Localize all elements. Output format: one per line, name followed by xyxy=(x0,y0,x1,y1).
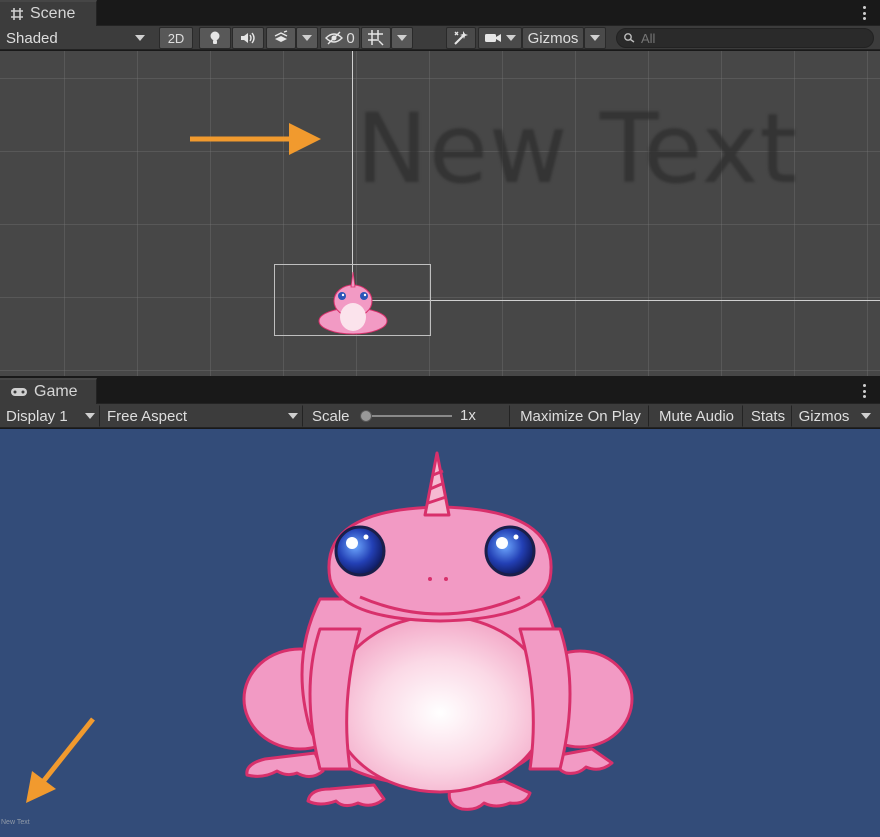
scene-overlay xyxy=(190,51,880,336)
grid-snap-dropdown[interactable] xyxy=(391,27,413,49)
game-gizmos-label: Gizmos xyxy=(798,407,850,425)
game-panel: Game Display 1 Free Aspect Scale 1x Maxi… xyxy=(0,378,880,837)
lightbulb-icon xyxy=(210,31,220,44)
effects-toggle-button[interactable] xyxy=(266,27,296,49)
game-tabbar: Game xyxy=(0,378,880,404)
grid-snap-icon xyxy=(368,30,384,46)
game-gizmos-dropdown[interactable] xyxy=(855,405,877,427)
camera-icon xyxy=(485,34,501,42)
arrow-down-left-icon xyxy=(26,717,95,803)
camera-settings-button[interactable] xyxy=(478,27,522,49)
frog-sprite-small[interactable] xyxy=(318,271,388,335)
chevron-down-icon xyxy=(506,35,516,41)
gizmos-label: Gizmos xyxy=(527,29,579,47)
tools-icon xyxy=(454,31,468,45)
arrow-right-icon xyxy=(190,123,321,155)
chevron-down-icon xyxy=(302,35,312,41)
audio-toggle-button[interactable] xyxy=(232,27,264,49)
audio-icon xyxy=(241,32,255,44)
scale-value: 1x xyxy=(460,407,476,424)
frog-character[interactable] xyxy=(242,451,634,811)
gizmos-dropdown[interactable] xyxy=(584,27,606,49)
shading-mode-dropdown[interactable]: Shaded xyxy=(0,27,152,49)
scene-panel: Scene Shaded 2D 0 Gizmos All New Text xyxy=(0,0,880,376)
gamepad-icon xyxy=(11,388,27,396)
tab-scene[interactable]: Scene xyxy=(0,0,97,26)
scene-visibility-button[interactable]: 0 xyxy=(320,27,360,49)
2d-label: 2D xyxy=(167,30,185,46)
scale-slider-track[interactable] xyxy=(366,415,452,417)
maximize-on-play-toggle[interactable]: Maximize On Play xyxy=(512,405,649,427)
game-viewport[interactable]: New Text xyxy=(0,429,880,837)
aspect-value: Free Aspect xyxy=(107,407,188,425)
effects-dropdown-button[interactable] xyxy=(296,27,318,49)
game-ui-text[interactable]: New Text xyxy=(1,819,30,826)
chevron-down-icon xyxy=(288,413,298,419)
scene-search-field[interactable] xyxy=(616,28,874,48)
effects-icon xyxy=(274,30,288,42)
search-icon xyxy=(624,33,635,43)
scene-tab-label: Scene xyxy=(30,5,76,22)
grid-snap-button[interactable] xyxy=(361,27,391,49)
hidden-count: 0 xyxy=(346,29,355,47)
scene-tabbar: Scene xyxy=(0,0,880,26)
scene-toolbar: Shaded 2D 0 Gizmos All xyxy=(0,26,880,50)
gizmos-button[interactable]: Gizmos xyxy=(522,27,584,49)
chevron-down-icon xyxy=(135,35,145,41)
display-value: Display 1 xyxy=(6,407,68,425)
scene-viewport[interactable]: New Text xyxy=(0,51,880,376)
chevron-down-icon xyxy=(861,413,871,419)
stats-label: Stats xyxy=(750,407,786,425)
chevron-down-icon xyxy=(590,35,600,41)
tools-button[interactable] xyxy=(446,27,476,49)
display-dropdown[interactable]: Display 1 xyxy=(0,405,100,427)
visibility-icon xyxy=(325,31,344,45)
game-tab-label: Game xyxy=(34,383,78,400)
2d-toggle-button[interactable]: 2D xyxy=(159,27,193,49)
chevron-down-icon xyxy=(397,35,407,41)
chevron-down-icon xyxy=(85,413,95,419)
mute-label: Mute Audio xyxy=(658,407,735,425)
kebab-menu-icon[interactable] xyxy=(862,384,866,398)
aspect-dropdown[interactable]: Free Aspect xyxy=(101,405,303,427)
scale-slider-thumb[interactable] xyxy=(360,410,372,422)
game-toolbar: Display 1 Free Aspect Scale 1x Maximize … xyxy=(0,404,880,428)
lighting-toggle-button[interactable] xyxy=(199,27,231,49)
maximize-label: Maximize On Play xyxy=(520,407,641,425)
kebab-menu-icon[interactable] xyxy=(862,6,866,20)
tab-game[interactable]: Game xyxy=(0,378,97,404)
game-render xyxy=(26,451,634,811)
shading-mode-value: Shaded xyxy=(6,29,58,47)
game-gizmos-button[interactable]: Gizmos xyxy=(793,405,855,427)
mute-audio-toggle[interactable]: Mute Audio xyxy=(650,405,743,427)
scene-grid-icon xyxy=(11,8,23,20)
stats-toggle[interactable]: Stats xyxy=(744,405,792,427)
scale-label: Scale xyxy=(312,407,350,425)
search-input[interactable] xyxy=(641,30,861,46)
